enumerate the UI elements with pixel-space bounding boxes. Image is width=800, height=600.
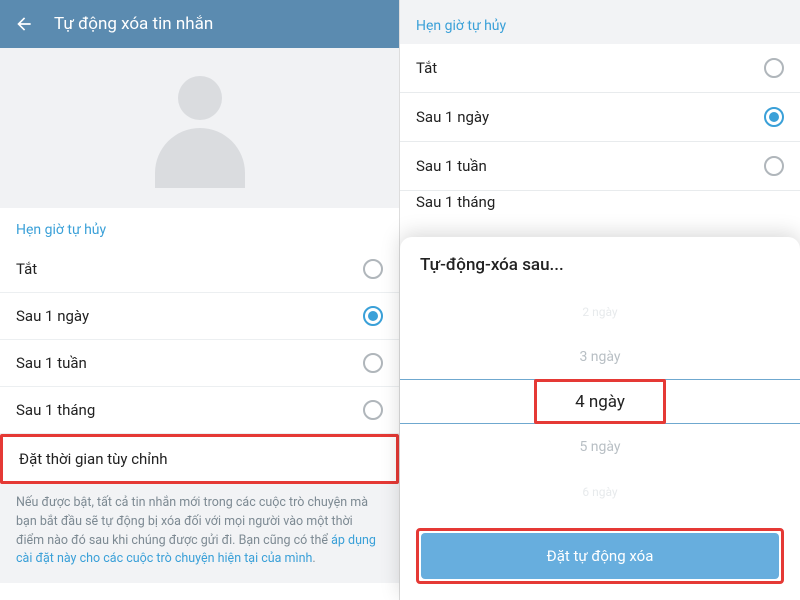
radio-icon bbox=[764, 156, 784, 176]
avatar-icon bbox=[150, 68, 250, 188]
option-label: Tắt bbox=[416, 59, 437, 77]
wheel-item: 5 ngày bbox=[400, 424, 800, 469]
confirm-label: Đặt tự động xóa bbox=[547, 547, 654, 565]
footer-description: Nếu được bật, tất cả tin nhắn mới trong … bbox=[0, 484, 399, 583]
sheet-title: Tự-động-xóa sau... bbox=[400, 255, 800, 289]
section-title: Hẹn giờ tự hủy bbox=[400, 0, 800, 44]
avatar-placeholder bbox=[0, 48, 399, 208]
option-label: Sau 1 tuần bbox=[16, 354, 87, 372]
left-pane: Tự động xóa tin nhắn Hẹn giờ tự hủy Tắt … bbox=[0, 0, 400, 600]
option-label: Đặt thời gian tùy chỉnh bbox=[19, 450, 168, 468]
radio-icon bbox=[363, 400, 383, 420]
highlight-custom-time: Đặt thời gian tùy chỉnh bbox=[0, 434, 399, 484]
wheel-item-selected: 4 ngày bbox=[400, 379, 800, 424]
wheel-item: 3 ngày bbox=[400, 334, 800, 379]
radio-icon bbox=[764, 58, 784, 78]
header-bar: Tự động xóa tin nhắn bbox=[0, 0, 399, 48]
option-1-week[interactable]: Sau 1 tuần bbox=[400, 142, 800, 191]
page-title: Tự động xóa tin nhắn bbox=[54, 14, 213, 34]
option-off[interactable]: Tắt bbox=[0, 246, 399, 293]
option-label: Tắt bbox=[16, 260, 37, 278]
option-label: Sau 1 tháng bbox=[16, 401, 95, 419]
radio-icon bbox=[764, 107, 784, 127]
time-picker-wheel[interactable]: 2 ngày 3 ngày 4 ngày 5 ngày 6 ngày bbox=[400, 289, 800, 514]
option-label: Sau 1 ngày bbox=[16, 307, 89, 325]
option-label: Sau 1 tuần bbox=[416, 157, 487, 175]
option-1-day[interactable]: Sau 1 ngày bbox=[0, 293, 399, 340]
radio-icon bbox=[363, 259, 383, 279]
right-background-list: Hẹn giờ tự hủy Tắt Sau 1 ngày Sau 1 tuần… bbox=[400, 0, 800, 217]
option-1-month[interactable]: Sau 1 tháng bbox=[400, 191, 800, 217]
option-1-month[interactable]: Sau 1 tháng bbox=[0, 387, 399, 434]
radio-icon bbox=[363, 306, 383, 326]
radio-icon bbox=[363, 353, 383, 373]
wheel-item: 6 ngày bbox=[400, 469, 800, 514]
right-pane: Hẹn giờ tự hủy Tắt Sau 1 ngày Sau 1 tuần… bbox=[400, 0, 800, 600]
screenshot-container: Tự động xóa tin nhắn Hẹn giờ tự hủy Tắt … bbox=[0, 0, 800, 600]
option-off[interactable]: Tắt bbox=[400, 44, 800, 93]
bottom-sheet: Tự-động-xóa sau... 2 ngày 3 ngày 4 ngày … bbox=[400, 237, 800, 600]
option-label: Sau 1 ngày bbox=[416, 108, 489, 126]
confirm-button[interactable]: Đặt tự động xóa bbox=[421, 533, 779, 579]
back-icon[interactable] bbox=[14, 14, 34, 34]
highlight-confirm-button: Đặt tự động xóa bbox=[416, 528, 784, 584]
option-label: Sau 1 tháng bbox=[416, 193, 495, 211]
option-1-week[interactable]: Sau 1 tuần bbox=[0, 340, 399, 387]
wheel-item: 2 ngày bbox=[400, 289, 800, 334]
option-custom-time[interactable]: Đặt thời gian tùy chỉnh bbox=[3, 437, 396, 481]
section-title: Hẹn giờ tự hủy bbox=[0, 208, 399, 246]
option-1-day[interactable]: Sau 1 ngày bbox=[400, 93, 800, 142]
